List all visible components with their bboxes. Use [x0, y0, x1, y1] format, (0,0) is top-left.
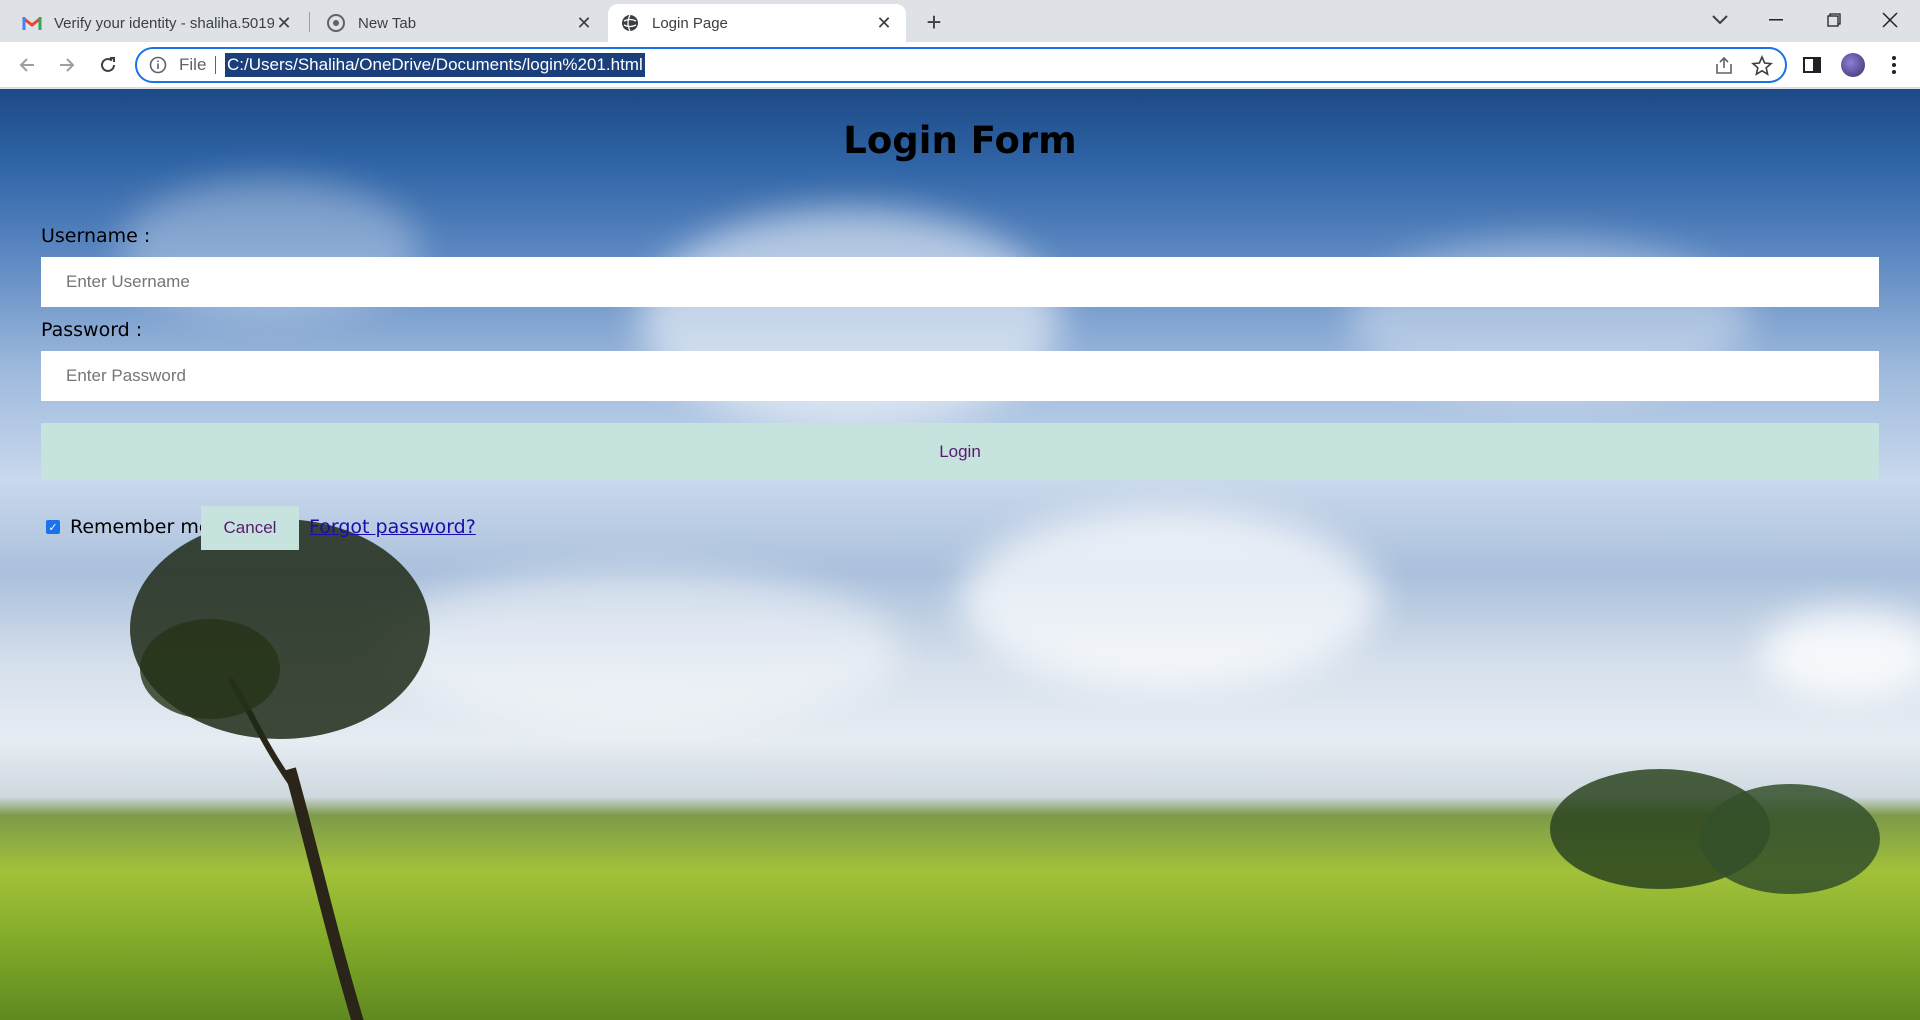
tab-title: Verify your identity - shaliha.5019 — [54, 14, 274, 32]
username-input[interactable] — [41, 257, 1879, 307]
remember-me-checkbox[interactable]: ✓ — [46, 520, 60, 534]
window-close-icon[interactable] — [1862, 0, 1918, 40]
omnibox-divider — [215, 56, 216, 74]
tab-title: Login Page — [652, 14, 728, 32]
password-label: Password : — [41, 319, 143, 341]
address-bar[interactable]: File C:/Users/Shaliha/OneDrive/Documents… — [135, 47, 1787, 83]
close-icon[interactable]: ✕ — [274, 13, 294, 33]
reload-icon[interactable] — [91, 48, 125, 82]
profile-avatar-icon[interactable] — [1841, 53, 1865, 77]
tab-gmail[interactable]: Verify your identity - shaliha.5019 ✕ — [10, 4, 306, 42]
new-tab-button[interactable]: + — [918, 6, 950, 38]
tab-login-page[interactable]: Login Page ✕ — [608, 4, 906, 42]
gmail-icon — [22, 13, 42, 33]
page-title: Login Form — [843, 119, 1077, 162]
close-icon[interactable]: ✕ — [574, 13, 594, 33]
login-button[interactable]: Login — [41, 423, 1879, 480]
side-panel-icon[interactable] — [1800, 53, 1824, 77]
forward-icon[interactable] — [50, 48, 84, 82]
url-text[interactable]: C:/Users/Shaliha/OneDrive/Documents/logi… — [225, 53, 645, 77]
username-label: Username : — [41, 225, 151, 247]
info-icon[interactable] — [149, 56, 167, 74]
share-icon[interactable] — [1713, 55, 1735, 77]
bookmark-star-icon[interactable] — [1751, 54, 1773, 77]
chrome-icon — [326, 13, 346, 33]
remember-me: ✓ Remember me — [46, 516, 211, 538]
remember-me-label[interactable]: Remember me — [70, 516, 211, 538]
browser-toolbar: File C:/Users/Shaliha/OneDrive/Documents… — [0, 42, 1920, 88]
tab-strip: Verify your identity - shaliha.5019 ✕ Ne… — [0, 0, 1920, 42]
password-input[interactable] — [41, 351, 1879, 401]
cancel-button[interactable]: Cancel — [201, 506, 299, 550]
forgot-password-link[interactable]: Forgot password? — [309, 516, 476, 538]
back-icon[interactable] — [10, 48, 44, 82]
page-content: Login Form Username : Password : Login ✓… — [0, 89, 1920, 1020]
tab-new-tab[interactable]: New Tab ✕ — [314, 4, 606, 42]
globe-icon — [620, 13, 640, 33]
kebab-menu-icon[interactable] — [1882, 53, 1906, 77]
tab-title: New Tab — [358, 14, 417, 32]
close-icon[interactable]: ✕ — [874, 13, 894, 33]
scheme-label: File — [179, 55, 207, 74]
minimize-icon[interactable] — [1748, 0, 1804, 40]
tab-separator — [309, 12, 310, 32]
tab-search-icon[interactable] — [1692, 0, 1748, 40]
restore-icon[interactable] — [1806, 0, 1862, 40]
